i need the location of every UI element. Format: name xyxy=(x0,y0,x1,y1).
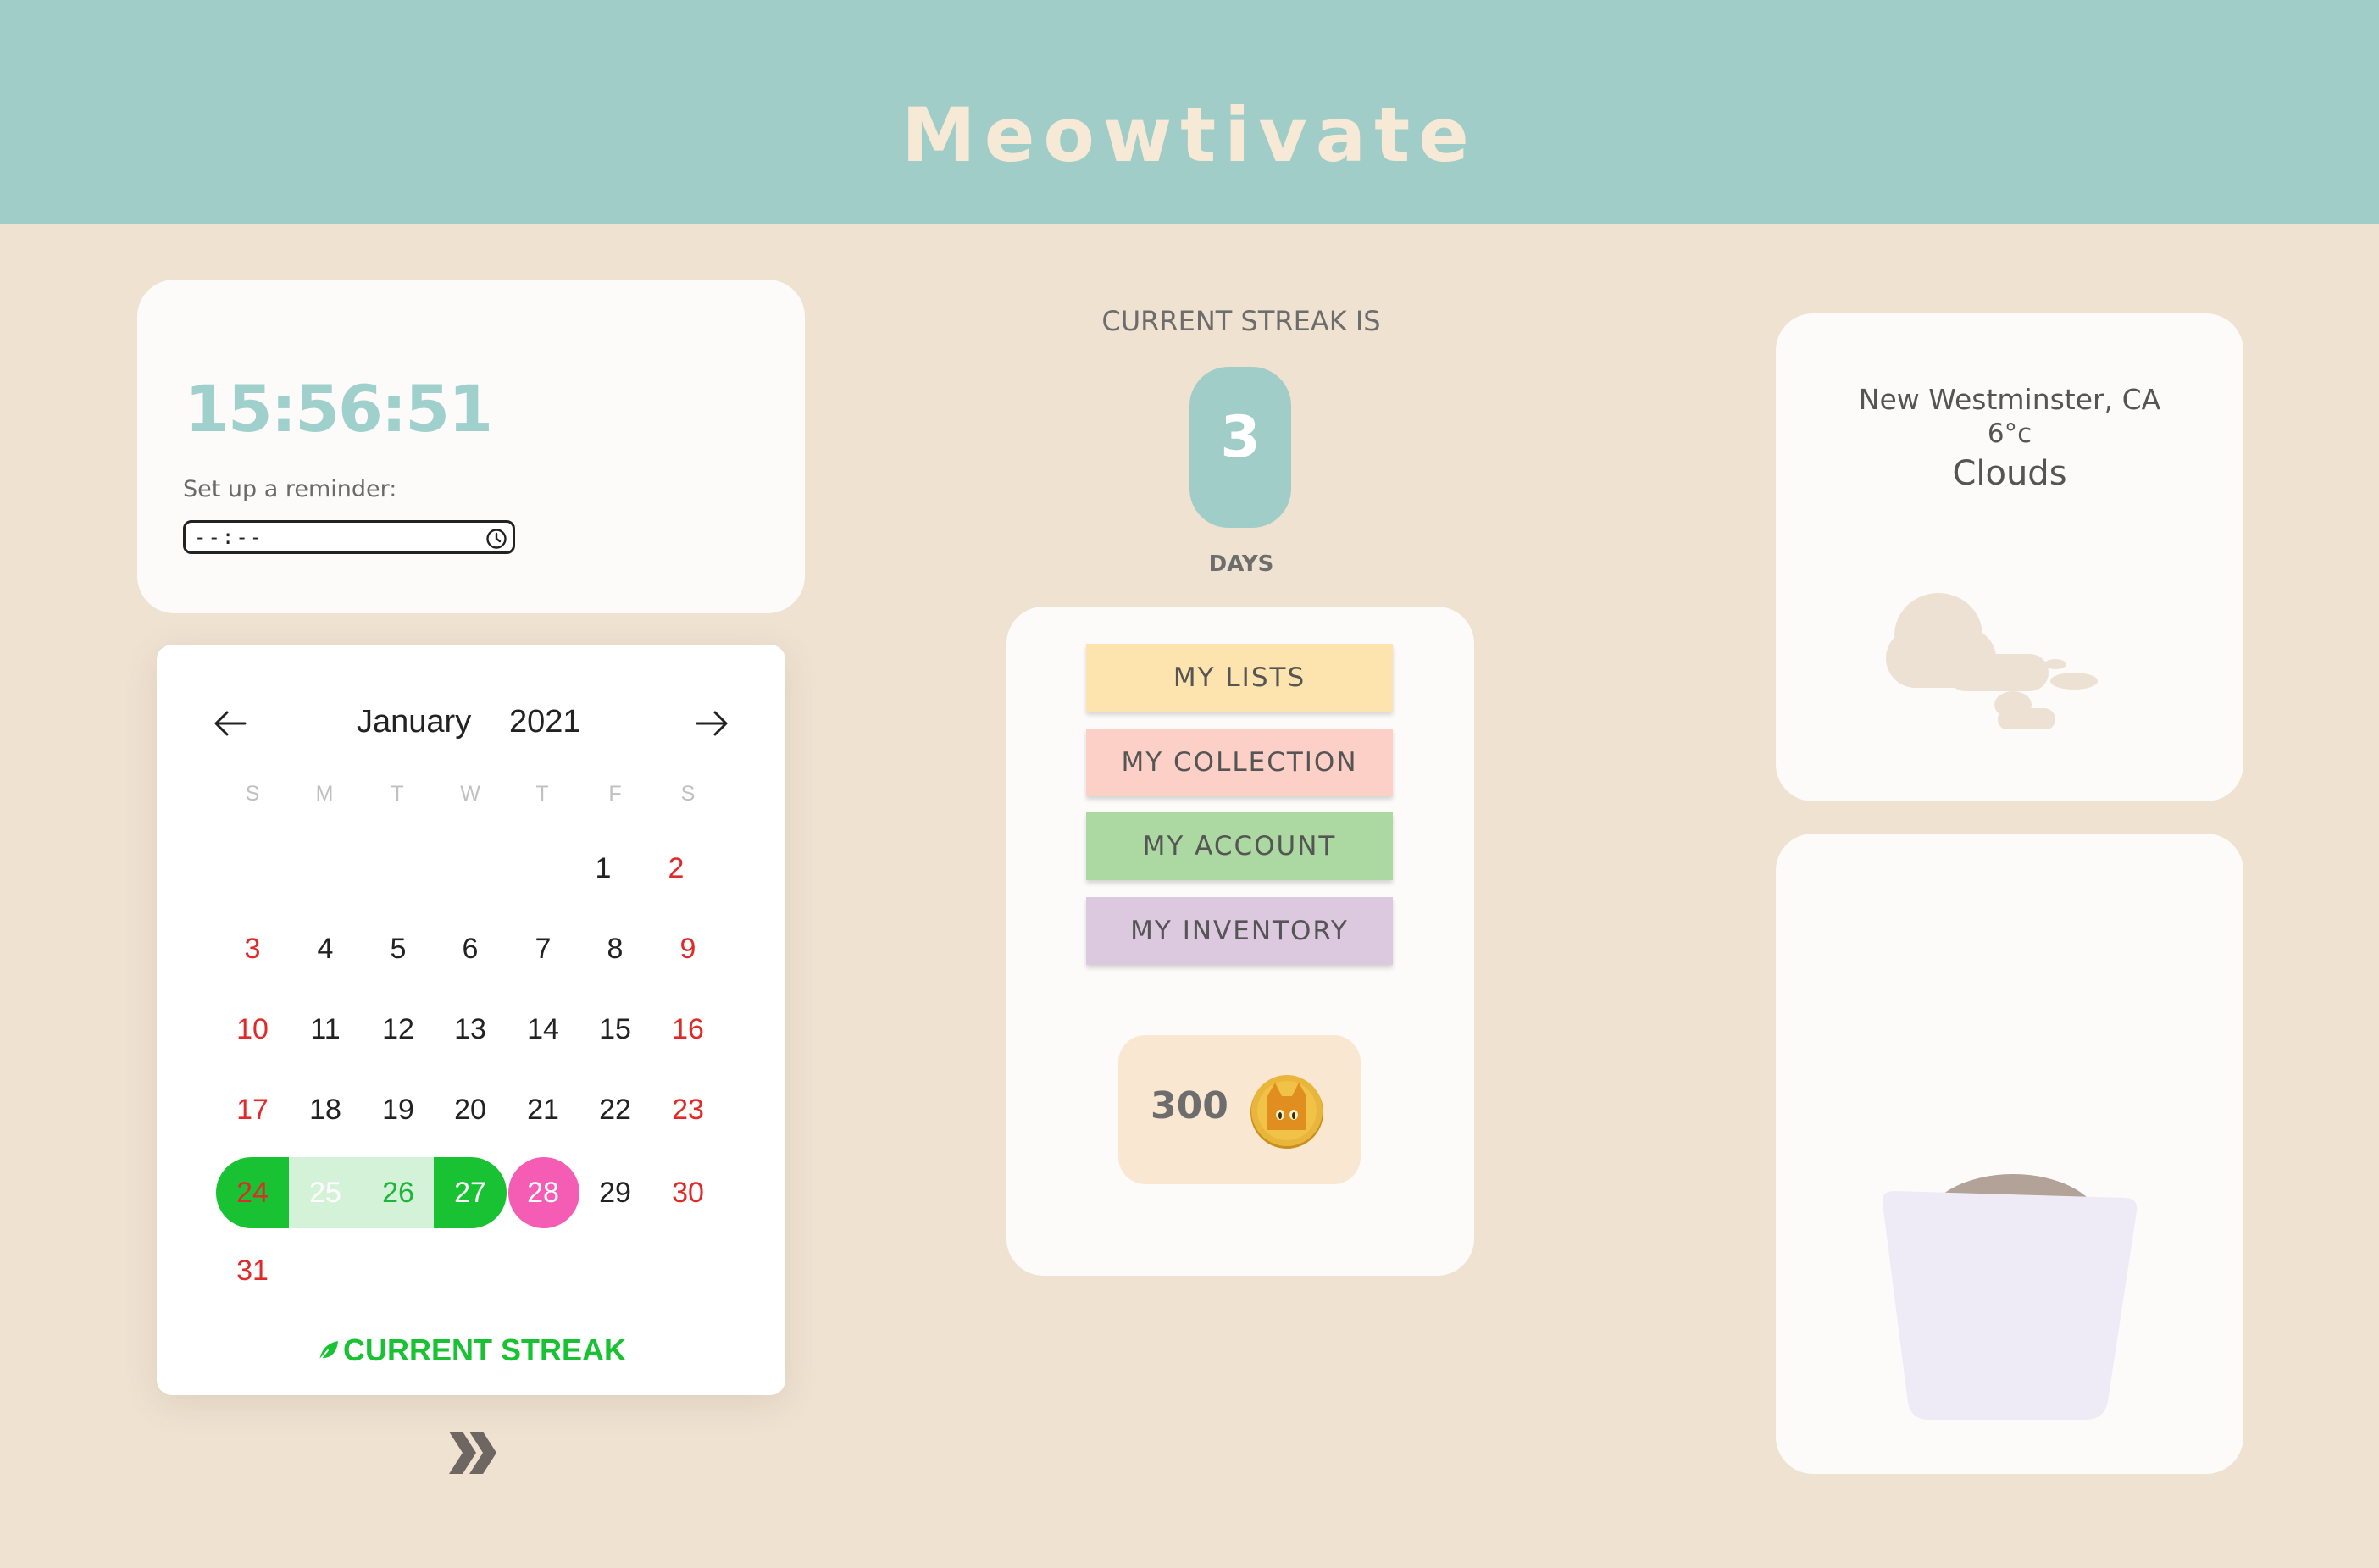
calendar: January 2021 S M T W T F S 1 2 3 4 5 6 7… xyxy=(157,645,785,1395)
my-inventory-button[interactable]: MY INVENTORY xyxy=(1086,897,1393,965)
calendar-day[interactable]: 16 xyxy=(652,994,724,1065)
clock-icon[interactable] xyxy=(485,528,507,550)
weekday-label: S xyxy=(245,782,260,806)
clock-card: 15:56:51 Set up a reminder: --:-- xyxy=(137,280,805,613)
weather-condition: Clouds xyxy=(1952,454,2067,493)
weekday-label: W xyxy=(460,782,480,806)
clock-time: 15:56:51 xyxy=(185,371,493,446)
streak-legend-label: CURRENT STREAK xyxy=(342,1333,626,1367)
weather-temperature: 6°c xyxy=(1987,418,2032,449)
my-lists-button[interactable]: MY LISTS xyxy=(1086,644,1393,712)
coin-balance: 300 xyxy=(1118,1035,1361,1184)
calendar-day-today[interactable]: 28 xyxy=(507,1157,580,1228)
streak-unit: DAYS xyxy=(1208,551,1274,577)
calendar-day[interactable]: 22 xyxy=(579,1074,652,1145)
reminder-time-input[interactable]: --:-- xyxy=(183,520,515,554)
clouds-icon xyxy=(1886,593,2098,729)
calendar-day[interactable]: 24 xyxy=(216,1157,289,1228)
calendar-day[interactable]: 17 xyxy=(216,1074,289,1145)
weekday-label: T xyxy=(535,782,549,806)
calendar-day[interactable]: 7 xyxy=(507,913,580,984)
calendar-day[interactable]: 30 xyxy=(652,1157,724,1228)
calendar-day[interactable]: 18 xyxy=(289,1074,362,1145)
arrow-left-icon[interactable] xyxy=(209,702,252,745)
weekday-label: M xyxy=(315,782,334,806)
menu-card: MY LISTS MY COLLECTION MY ACCOUNT MY INV… xyxy=(1006,607,1474,1276)
calendar-day[interactable]: 4 xyxy=(289,913,362,984)
reminder-label: Set up a reminder: xyxy=(183,476,397,502)
calendar-day[interactable]: 11 xyxy=(289,994,362,1065)
cat-in-pot-icon xyxy=(1882,1174,2138,1420)
weather-card: New Westminster, CA 6°c Clouds xyxy=(1776,313,2243,801)
app-header: Meowtivate xyxy=(0,0,2379,224)
calendar-day[interactable]: 1 xyxy=(567,833,640,904)
my-collection-button[interactable]: MY COLLECTION xyxy=(1086,729,1393,796)
calendar-day[interactable]: 8 xyxy=(579,913,652,984)
streak-count: 3 xyxy=(1220,404,1261,471)
calendar-day[interactable]: 23 xyxy=(652,1074,724,1145)
calendar-day[interactable]: 21 xyxy=(507,1074,580,1145)
leaf-icon xyxy=(317,1341,338,1362)
calendar-day[interactable]: 9 xyxy=(652,913,724,984)
streak-heading: CURRENT STREAK IS xyxy=(1101,305,1381,337)
streak-count-badge: 3 xyxy=(1190,367,1291,528)
calendar-day-streak[interactable]: 25 xyxy=(289,1157,362,1228)
weekday-label: F xyxy=(608,782,622,806)
calendar-day[interactable]: 15 xyxy=(579,994,652,1065)
calendar-day[interactable]: 29 xyxy=(579,1157,652,1228)
calendar-day[interactable]: 12 xyxy=(362,994,435,1065)
calendar-day[interactable]: 14 xyxy=(507,994,580,1065)
coin-count: 300 xyxy=(1151,1084,1228,1128)
cat-coin-icon xyxy=(1250,1075,1323,1149)
pet-card xyxy=(1776,834,2243,1474)
calendar-day[interactable]: 5 xyxy=(362,913,435,984)
weather-location: New Westminster, CA xyxy=(1858,383,2161,416)
calendar-day[interactable]: 13 xyxy=(434,994,507,1065)
calendar-day[interactable]: 6 xyxy=(434,913,507,984)
calendar-day[interactable]: 2 xyxy=(640,833,713,904)
calendar-day[interactable]: 20 xyxy=(434,1074,507,1145)
arrow-right-icon[interactable] xyxy=(690,702,733,745)
calendar-day[interactable]: 19 xyxy=(362,1074,435,1145)
calendar-day[interactable]: 3 xyxy=(216,913,289,984)
calendar-month[interactable]: January xyxy=(357,704,471,740)
calendar-day-streak[interactable]: 27 xyxy=(434,1157,507,1228)
reminder-time-value: --:-- xyxy=(194,525,264,549)
my-account-button[interactable]: MY ACCOUNT xyxy=(1086,812,1393,880)
calendar-day[interactable]: 10 xyxy=(216,994,289,1065)
calendar-year[interactable]: 2021 xyxy=(509,704,581,740)
calendar-day[interactable]: 31 xyxy=(216,1235,289,1306)
app-title: Meowtivate xyxy=(901,91,1478,179)
double-chevron-right-icon[interactable] xyxy=(444,1423,503,1482)
weekday-label: T xyxy=(391,782,404,806)
calendar-day-streak[interactable]: 26 xyxy=(362,1157,435,1228)
streak-legend: CURRENT STREAK xyxy=(157,1333,785,1368)
weekday-label: S xyxy=(680,782,696,806)
